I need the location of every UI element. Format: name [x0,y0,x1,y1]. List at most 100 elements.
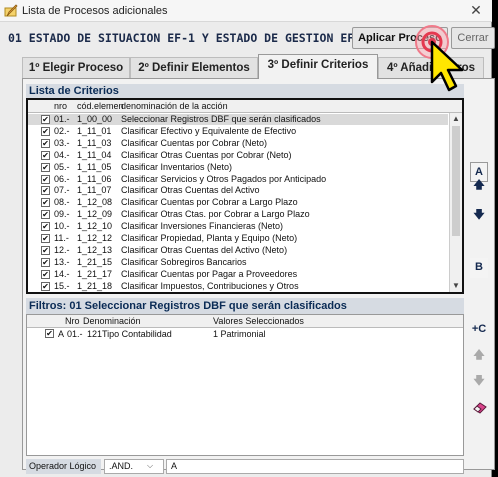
criteria-row[interactable]: ✔ 10.- 1_12_10 Clasificar Inversiones Finan… [28,221,448,232]
col-filter-valores[interactable]: Valores Seleccionados [213,316,304,326]
row-nro: 05.- [54,161,70,172]
row-cod: 1_00_00 [77,114,113,124]
row-cod: 1_21_18 [77,280,113,291]
scroll-up-icon[interactable]: ▲ [450,113,462,125]
close-button[interactable]: ✕ [462,0,490,21]
criteria-grid[interactable]: nro cód.elemen denominación de la acción… [26,98,464,294]
criteria-row[interactable]: ✔ 04.- 1_11_04 Clasificar Otras Cuentas por… [28,150,448,161]
row-nro: 03.- [54,137,70,148]
filter-row[interactable]: ✔ A 01.- 121 Tipo Contabilidad 1 Patrimo… [27,328,463,340]
col-filter-denominacion[interactable]: Denominación [83,316,141,326]
criteria-row[interactable]: ✔ 15.- 1_21_18 Clasificar Impuestos, Contri… [28,281,448,292]
row-denominacion: Clasificar Cuentas por Pagar a Proveedor… [121,268,298,279]
criteria-row[interactable]: ✔ 08.- 1_12_08 Clasificar Cuentas por Cobra… [28,197,448,208]
filter-checkbox[interactable]: ✔ [45,329,54,338]
criteria-row[interactable]: ✔ 01.- 1_00_00 Seleccionar Registros DBF qu… [28,114,448,125]
criteria-section-label: Lista de Criterios [26,84,464,98]
criteria-row[interactable]: ✔ 03.- 1_11_03 Clasificar Cuentas por Cobra… [28,138,448,149]
row-checkbox[interactable]: ✔ [41,234,50,243]
row-checkbox[interactable]: ✔ [41,162,50,172]
criteria-row[interactable]: ✔ 12.- 1_12_13 Clasificar Otras Cuentas del… [28,245,448,256]
criteria-row[interactable]: ✔ 07.- 1_11_07 Clasificar Otras Cuentas del… [28,185,448,196]
row-checkbox[interactable]: ✔ [41,245,50,255]
row-nro: 04.- [54,149,70,160]
row-checkbox[interactable]: ✔ [41,257,50,267]
row-denominacion: Clasificar Otras Cuentas por Cobrar (Net… [121,149,292,160]
filter-down-icon[interactable]: 🡇 [470,372,488,392]
row-cod: 1_21_15 [77,256,113,267]
criteria-row[interactable]: ✔ 05.- 1_11_05 Clasificar Inventarios (Neto… [28,162,448,173]
filter-nro: 01.- [67,329,83,339]
row-cod: 1_11_03 [77,137,112,148]
row-checkbox[interactable]: ✔ [41,174,50,184]
row-cod: 1_11_06 [77,173,112,184]
col-cod-elemen[interactable]: cód.elemen [77,101,124,111]
row-denominacion: Clasificar Efectivo y Equivalente de Efe… [121,125,297,136]
criteria-row[interactable]: ✔ 02.- 1_11_01 Clasificar Efectivo y Equiva… [28,126,448,137]
criteria-row[interactable]: ✔ 06.- 1_11_06 Clasificar Servicios y Otros… [28,174,448,185]
operator-row: Operador Lógico .AND. ⌵ A [26,459,464,474]
tab-definir-elementos[interactable]: 2º Definir Elementos [130,57,258,78]
criteria-row[interactable]: ✔ 13.- 1_21_15 Clasificar Sobregiros Bancar… [28,257,448,268]
row-nro: 12.- [54,244,70,255]
row-nro: 10.- [54,221,70,232]
row-cod: 1_12_10 [77,221,113,232]
move-down-icon[interactable]: 🡇 [470,206,488,226]
scroll-thumb[interactable] [452,126,460,236]
col-filter-nro[interactable]: Nro [65,316,80,326]
process-list-window: Lista de Procesos adicionales ✕ 01 ESTAD… [0,0,495,477]
criteria-row[interactable]: ✔ 11.- 1_12_12 Clasificar Propiedad, Planta… [28,233,448,244]
row-cod: 1_21_17 [77,268,113,279]
row-nro: 08.- [54,197,70,208]
col-nro[interactable]: nro [54,101,67,111]
row-checkbox[interactable]: ✔ [41,198,50,208]
row-checkbox[interactable]: ✔ [41,281,50,291]
row-checkbox[interactable]: ✔ [41,150,50,160]
row-nro: 15.- [54,280,70,291]
title-bar: Lista de Procesos adicionales ✕ [0,0,492,22]
row-nro: 02.- [54,125,70,136]
cancel-button[interactable]: Cerrar [451,27,495,49]
apply-process-button[interactable]: Aplicar Proceso [352,27,448,49]
row-checkbox[interactable]: ✔ [41,210,50,220]
filters-grid[interactable]: Nro Denominación Valores Seleccionados ✔… [26,314,464,456]
filters-grid-header: Nro Denominación Valores Seleccionados [27,315,463,328]
criteria-row[interactable]: ✔ 09.- 1_12_09 Clasificar Otras Ctas. por C… [28,209,448,220]
row-checkbox[interactable]: ✔ [41,115,50,124]
col-denominacion[interactable]: denominación de la acción [121,101,228,111]
row-nro: 13.- [54,256,70,267]
row-nro: 11.- [54,233,69,243]
criteria-scrollbar[interactable]: ▲ ▼ [449,113,462,292]
tab-elegir-proceso[interactable]: 1º Elegir Proceso [22,57,130,78]
row-checkbox[interactable]: ✔ [41,138,50,148]
chevron-down-icon[interactable]: ⌵ [143,460,157,472]
row-denominacion: Clasificar Otras Cuentas del Activo [121,185,260,196]
row-denominacion: Clasificar Otras Cuentas del Activo (Net… [121,244,288,255]
row-denominacion: Clasificar Cuentas por Cobrar (Neto) [121,137,268,148]
row-denominacion: Clasificar Inventarios (Neto) [121,161,233,172]
scroll-down-icon[interactable]: ▼ [450,280,462,292]
row-checkbox[interactable]: ✔ [41,186,50,196]
row-checkbox[interactable]: ✔ [41,126,50,136]
operator-label: Operador Lógico [26,459,101,474]
tab-definir-criterios[interactable]: 3º Definir Criterios [258,54,378,79]
criteria-row[interactable]: ✔ 14.- 1_21_17 Clasificar Cuentas por Pagar… [28,269,448,280]
tab-anadir-filtros[interactable]: 4º Añadir Filtros [378,57,484,78]
move-up-icon[interactable]: 🡅 [470,176,488,194]
row-denominacion: Clasificar Propiedad, Planta y Equipo (N… [121,233,298,243]
row-denominacion: Clasificar Inversiones Financieras (Neto… [121,221,284,232]
row-denominacion: Clasificar Impuestos, Contribuciones y O… [121,280,299,291]
row-nro: 07.- [54,185,70,196]
filter-up-icon[interactable]: 🡅 [470,346,488,366]
eraser-icon[interactable] [472,400,488,414]
process-header: 01 ESTADO DE SITUACION EF-1 Y ESTADO DE … [8,31,369,45]
row-cod: 1_12_13 [77,244,113,255]
row-checkbox[interactable]: ✔ [41,222,50,232]
row-cod: 1_12_12 [77,233,113,243]
operator-value-field[interactable]: A [166,459,464,474]
row-cod: 1_11_04 [77,149,112,160]
filters-section-label: Filtros: 01 Seleccionar Registros DBF qu… [26,298,464,314]
criteria-b-button[interactable]: B [470,258,488,278]
row-checkbox[interactable]: ✔ [41,269,50,279]
add-condition-button[interactable]: +C [470,320,488,340]
